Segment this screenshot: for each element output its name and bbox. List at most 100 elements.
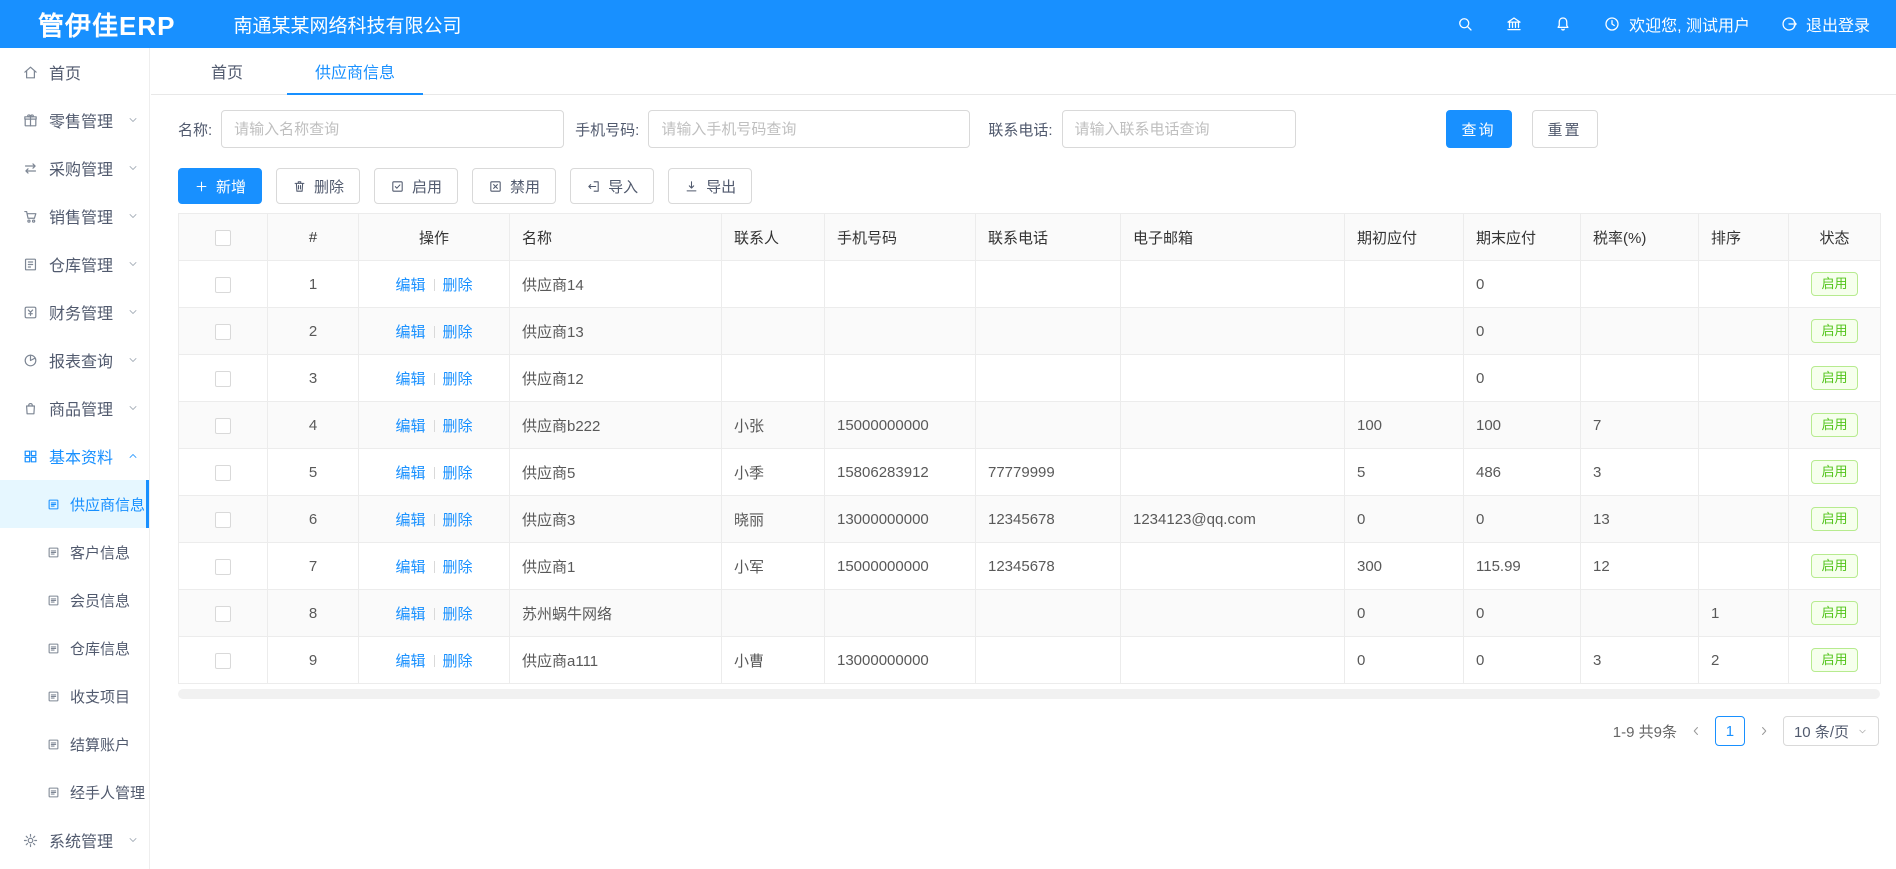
cell-name: 供应商12 xyxy=(510,355,722,402)
row-checkbox[interactable] xyxy=(215,465,231,481)
action-divider xyxy=(434,373,435,385)
delete-link[interactable]: 删除 xyxy=(443,512,473,529)
reset-button[interactable]: 重置 xyxy=(1532,110,1598,148)
sidebar-item-member[interactable]: 会员信息 xyxy=(0,576,149,624)
query-button[interactable]: 查询 xyxy=(1446,110,1512,148)
row-checkbox[interactable] xyxy=(215,371,231,387)
sidebar-item-handler[interactable]: 经手人管理 xyxy=(0,768,149,816)
logout-button[interactable]: 退出登录 xyxy=(1780,12,1870,36)
phone-search-input[interactable] xyxy=(648,110,970,148)
cell-sort: 2 xyxy=(1699,637,1789,684)
delete-link[interactable]: 删除 xyxy=(443,324,473,341)
delete-link[interactable]: 删除 xyxy=(443,559,473,576)
row-checkbox[interactable] xyxy=(215,606,231,622)
delete-link[interactable]: 删除 xyxy=(443,606,473,623)
company-name: 南通某某网络科技有限公司 xyxy=(233,11,461,38)
sidebar-item-supplier[interactable]: 供应商信息 xyxy=(0,480,149,528)
delete-link[interactable]: 删除 xyxy=(443,277,473,294)
row-checkbox[interactable] xyxy=(215,559,231,575)
delete-button[interactable]: 删除 xyxy=(276,168,360,204)
row-checkbox[interactable] xyxy=(215,512,231,528)
delete-link[interactable]: 删除 xyxy=(443,371,473,388)
sidebar-item-label: 仓库管理 xyxy=(49,252,127,276)
edit-link[interactable]: 编辑 xyxy=(395,277,425,294)
check-square-icon xyxy=(390,179,405,194)
clock-icon xyxy=(1603,15,1622,34)
sidebar-item-inout-item[interactable]: 收支项目 xyxy=(0,672,149,720)
bank-icon[interactable] xyxy=(1505,15,1524,34)
tab-home[interactable]: 首页 xyxy=(175,48,279,94)
edit-link[interactable]: 编辑 xyxy=(395,559,425,576)
supplier-table: #操作名称联系人手机号码联系电话电子邮箱期初应付期末应付税率(%)排序状态1编辑… xyxy=(178,213,1881,684)
bell-icon[interactable] xyxy=(1554,15,1573,34)
cell-index: 6 xyxy=(268,496,359,543)
row-select-cell xyxy=(179,261,268,308)
welcome-text: 欢迎您, 测试用户 xyxy=(1629,12,1750,36)
edit-link[interactable]: 编辑 xyxy=(395,371,425,388)
sidebar-item-report[interactable]: 报表查询 xyxy=(0,336,149,384)
page-number-button[interactable]: 1 xyxy=(1715,716,1745,746)
column-header: 期末应付 xyxy=(1464,214,1581,261)
edit-link[interactable]: 编辑 xyxy=(395,606,425,623)
search-icon[interactable] xyxy=(1456,15,1475,34)
sidebar-item-customer[interactable]: 客户信息 xyxy=(0,528,149,576)
row-select-cell xyxy=(179,590,268,637)
table-row: 8编辑删除苏州蜗牛网络001启用 xyxy=(179,590,1881,637)
telephone-search-input[interactable] xyxy=(1062,110,1296,148)
cell-phone: 15000000000 xyxy=(825,402,976,449)
chevron-left-icon[interactable] xyxy=(1689,724,1703,738)
column-header: 联系人 xyxy=(722,214,825,261)
export-button[interactable]: 导出 xyxy=(668,168,752,204)
edit-link[interactable]: 编辑 xyxy=(395,418,425,435)
horizontal-scrollbar[interactable] xyxy=(178,689,1880,699)
search-field-telephone: 联系电话: xyxy=(988,110,1295,148)
add-button[interactable]: 新增 xyxy=(178,168,262,204)
import-button[interactable]: 导入 xyxy=(570,168,654,204)
delete-link[interactable]: 删除 xyxy=(443,418,473,435)
sidebar-item-finance[interactable]: 财务管理 xyxy=(0,288,149,336)
row-checkbox[interactable] xyxy=(215,277,231,293)
delete-link[interactable]: 删除 xyxy=(443,465,473,482)
chevron-right-icon[interactable] xyxy=(1757,724,1771,738)
name-search-input[interactable] xyxy=(221,110,564,148)
sidebar-item-retail[interactable]: 零售管理 xyxy=(0,96,149,144)
status-badge: 启用 xyxy=(1811,460,1857,484)
cell-email xyxy=(1121,308,1345,355)
edit-link[interactable]: 编辑 xyxy=(395,465,425,482)
sidebar-item-basic[interactable]: 基本资料 xyxy=(0,432,149,480)
sidebar-item-depot[interactable]: 仓库信息 xyxy=(0,624,149,672)
page-size-select[interactable]: 10 条/页 xyxy=(1783,716,1879,746)
sidebar-item-label: 零售管理 xyxy=(49,108,127,132)
sidebar-item-purchase[interactable]: 采购管理 xyxy=(0,144,149,192)
cell-phone: 15000000000 xyxy=(825,543,976,590)
delete-link[interactable]: 删除 xyxy=(443,653,473,670)
x-square-icon xyxy=(488,179,503,194)
select-all-checkbox[interactable] xyxy=(215,230,231,246)
cell-end_payable: 0 xyxy=(1464,308,1581,355)
cell-actions: 编辑 删除 xyxy=(359,496,510,543)
edit-link[interactable]: 编辑 xyxy=(395,512,425,529)
edit-link[interactable]: 编辑 xyxy=(395,324,425,341)
app-window: 管伊佳ERP 南通某某网络科技有限公司 欢迎您, 测试用户 退出登录 首页零售管… xyxy=(0,0,1896,869)
row-checkbox[interactable] xyxy=(215,653,231,669)
home-icon xyxy=(22,64,39,81)
sidebar-item-warehouse[interactable]: 仓库管理 xyxy=(0,240,149,288)
disable-button[interactable]: 禁用 xyxy=(472,168,556,204)
doc-icon xyxy=(46,689,61,704)
row-checkbox[interactable] xyxy=(215,324,231,340)
row-select-cell xyxy=(179,543,268,590)
enable-button[interactable]: 启用 xyxy=(374,168,458,204)
sidebar-item-account[interactable]: 结算账户 xyxy=(0,720,149,768)
import-icon xyxy=(586,179,601,194)
tab-supplier-info[interactable]: 供应商信息 xyxy=(279,48,431,94)
chevron-down-icon xyxy=(127,210,139,222)
sidebar-item-system[interactable]: 系统管理 xyxy=(0,816,149,864)
sidebar-item-goods[interactable]: 商品管理 xyxy=(0,384,149,432)
user-welcome[interactable]: 欢迎您, 测试用户 xyxy=(1603,12,1750,36)
table-row: 5编辑删除供应商5小季158062839127777999954863启用 xyxy=(179,449,1881,496)
edit-link[interactable]: 编辑 xyxy=(395,653,425,670)
cell-actions: 编辑 删除 xyxy=(359,590,510,637)
sidebar-item-home[interactable]: 首页 xyxy=(0,48,149,96)
row-checkbox[interactable] xyxy=(215,418,231,434)
sidebar-item-sales[interactable]: 销售管理 xyxy=(0,192,149,240)
